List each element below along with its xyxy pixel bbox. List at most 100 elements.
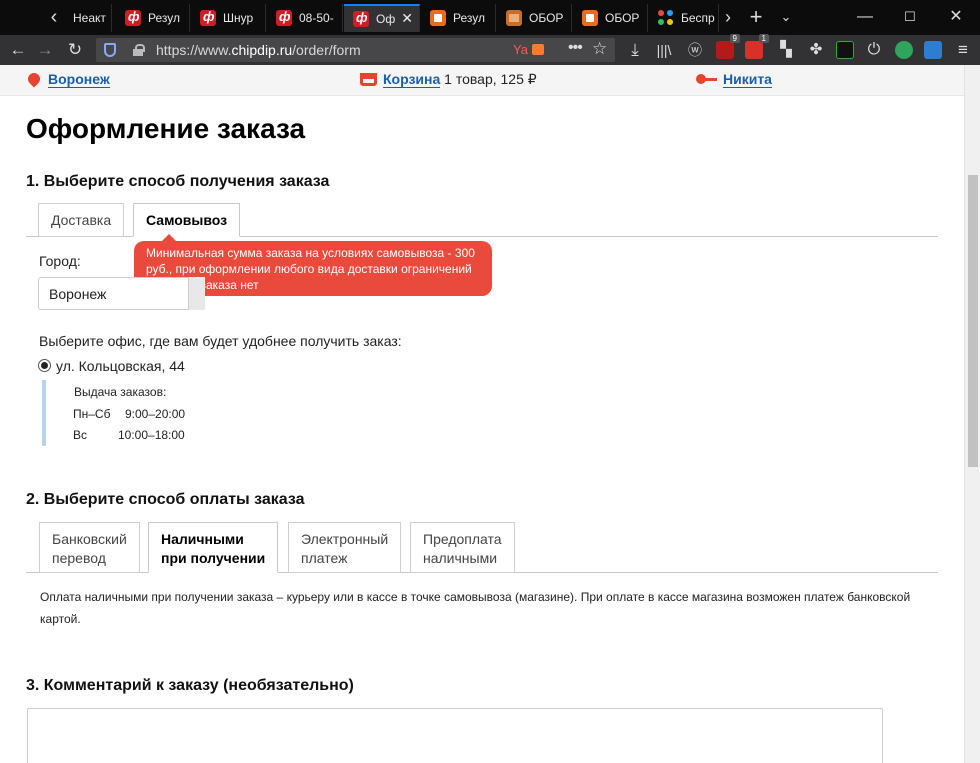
- chipdip-favicon-icon: [353, 10, 369, 27]
- browser-tab[interactable]: Неакт: [64, 4, 112, 32]
- back-arrow-icon[interactable]: ←: [6, 38, 30, 62]
- page-actions-more-icon[interactable]: •••: [568, 39, 583, 57]
- aliexpress-favicon-icon: [430, 10, 446, 26]
- url-bar[interactable]: https://www.chipdip.ru/order/form Ya •••…: [96, 38, 615, 62]
- location-pin-icon: [25, 70, 43, 88]
- menu-hamburger-icon[interactable]: ≡: [951, 38, 975, 62]
- key-icon: [696, 74, 718, 84]
- city-label: Город:: [39, 253, 81, 269]
- section-heading-delivery: 1. Выберите способ получения заказа: [26, 173, 330, 190]
- tab-title: ОБОР: [529, 11, 564, 25]
- tab-delivery[interactable]: Доставка: [38, 203, 125, 237]
- power-icon[interactable]: ⏻: [862, 38, 886, 62]
- downloads-icon[interactable]: ⤓: [623, 38, 647, 62]
- cart-info[interactable]: Корзина 1 товар, 125 ₽: [360, 71, 537, 88]
- delivery-tabs: Доставка Самовывоз: [26, 203, 938, 237]
- city-selector[interactable]: Воронеж: [25, 70, 110, 88]
- browser-tab[interactable]: 08-50-: [267, 4, 343, 32]
- bookmark-star-icon[interactable]: ☆: [592, 39, 607, 59]
- section-heading-comment: 3. Комментарий к заказу (необязательно): [26, 677, 354, 694]
- url-text[interactable]: https://www.chipdip.ru/order/form: [156, 42, 361, 58]
- office-radio[interactable]: [38, 359, 51, 372]
- hours-days: Пн–Сб: [73, 407, 111, 421]
- aliexpress-favicon-icon: [582, 10, 598, 26]
- shopping-bag-icon[interactable]: [532, 44, 544, 55]
- user-menu[interactable]: Никита: [696, 71, 772, 88]
- hours-days: Вс: [73, 428, 88, 442]
- browser-tab-strip: ‹ Неакт Резул Шнур 08-50- Оф ✕ Резул ОБО…: [0, 0, 980, 35]
- browser-tab[interactable]: Беспр: [649, 4, 719, 32]
- shield-w-extension-icon[interactable]: [836, 41, 854, 59]
- tab-close-icon[interactable]: ✕: [401, 10, 413, 27]
- city-select[interactable]: Воронеж: [38, 277, 205, 310]
- puzzle-extension-icon[interactable]: ✤: [804, 38, 828, 62]
- payment-description: Оплата наличными при получении заказа – …: [40, 590, 911, 626]
- select-arrow-icon[interactable]: [188, 277, 205, 310]
- tab-list-chevron-icon[interactable]: ⌄: [774, 4, 798, 30]
- tab-electronic-payment[interactable]: Электронный платеж: [288, 522, 402, 573]
- lock-icon[interactable]: [133, 44, 145, 56]
- hours-time: 9:00–20:00: [125, 407, 186, 421]
- browser-tab[interactable]: ОБОР: [573, 4, 648, 32]
- box-favicon-icon: [506, 10, 522, 26]
- tab-title: Оф: [376, 12, 396, 26]
- payment-tabs: Банковский перевод Наличными при получен…: [26, 522, 938, 573]
- reload-icon[interactable]: ↻: [63, 38, 87, 62]
- cart-link[interactable]: Корзина: [383, 71, 441, 88]
- cart-summary: 1 товар, 125 ₽: [444, 71, 537, 87]
- tab-title: Неакт: [73, 11, 106, 25]
- close-window-button[interactable]: ✕: [934, 0, 978, 34]
- chipdip-favicon-icon: [276, 9, 292, 26]
- yandex-icon[interactable]: Ya: [513, 42, 528, 57]
- section-heading-payment: 2. Выберите способ оплаты заказа: [26, 491, 305, 508]
- new-tab-button[interactable]: +: [744, 4, 768, 30]
- colored-dots-favicon-icon: [658, 10, 674, 26]
- tab-title: Беспр: [681, 11, 715, 25]
- ublock-icon[interactable]: 9: [716, 34, 740, 59]
- navigation-toolbar: ← → ↻ https://www.chipdip.ru/order/form …: [0, 34, 980, 65]
- maximize-button[interactable]: ☐: [888, 0, 932, 34]
- page-viewport: Воронеж Корзина 1 товар, 125 ₽ Никита Оф…: [0, 65, 964, 763]
- tab-title: Резул: [148, 11, 180, 25]
- library-icon[interactable]: |||\: [652, 38, 676, 62]
- tab-title: 08-50-: [299, 11, 334, 25]
- tab-cash-prepayment[interactable]: Предоплата наличными: [410, 522, 515, 573]
- office-prompt: Выберите офис, где вам будет удобнее пол…: [39, 333, 402, 349]
- notes-icon[interactable]: 1: [745, 34, 769, 59]
- ublock-badge: 9: [729, 34, 740, 43]
- tab-title: Резул: [453, 11, 485, 25]
- page-title: Оформление заказа: [26, 113, 306, 144]
- hours-time: 10:00–18:00: [118, 428, 185, 442]
- scrollbar-thumb[interactable]: [968, 175, 978, 467]
- browser-tab[interactable]: Шнур: [191, 4, 266, 32]
- minimize-button[interactable]: —: [843, 0, 887, 34]
- browser-tab[interactable]: Резул: [116, 4, 190, 32]
- tab-pickup[interactable]: Самовывоз: [133, 203, 241, 237]
- browser-tab[interactable]: ОБОР: [497, 4, 572, 32]
- chipdip-favicon-icon: [125, 9, 141, 26]
- browser-tab-active[interactable]: Оф ✕: [344, 4, 420, 32]
- w-extension-icon[interactable]: ⓦ: [683, 38, 707, 62]
- site-header-bar: Воронеж Корзина 1 товар, 125 ₽ Никита: [0, 65, 964, 96]
- notes-badge: 1: [758, 34, 769, 43]
- hours-title: Выдача заказов:: [74, 385, 167, 399]
- browser-tab[interactable]: Резул: [421, 4, 496, 32]
- chipdip-favicon-icon: [200, 9, 216, 26]
- comment-textarea[interactable]: [27, 708, 883, 763]
- tab-bank-transfer[interactable]: Банковский перевод: [39, 522, 140, 573]
- office-address[interactable]: ул. Кольцовская, 44: [56, 358, 185, 374]
- forward-arrow-icon[interactable]: →: [33, 38, 57, 62]
- tab-scroll-right-button[interactable]: ›: [716, 4, 740, 30]
- city-select-value: Воронеж: [49, 286, 107, 302]
- tab-title: Шнур: [223, 11, 254, 25]
- grid-extension-icon[interactable]: ▚: [774, 38, 798, 62]
- sync-extension-icon[interactable]: [895, 41, 913, 59]
- opening-hours: Выдача заказов: Пн–Сб 9:00–20:00 Вс 10:0…: [42, 380, 242, 446]
- tab-title: ОБОР: [605, 11, 640, 25]
- tab-cash-on-delivery[interactable]: Наличными при получении: [148, 522, 279, 573]
- tracking-protection-shield-icon[interactable]: [104, 43, 116, 57]
- page-scrollbar[interactable]: [964, 65, 980, 763]
- bookmarks-b-extension-icon[interactable]: [924, 41, 942, 59]
- cart-icon: [360, 73, 377, 86]
- user-link[interactable]: Никита: [723, 71, 772, 88]
